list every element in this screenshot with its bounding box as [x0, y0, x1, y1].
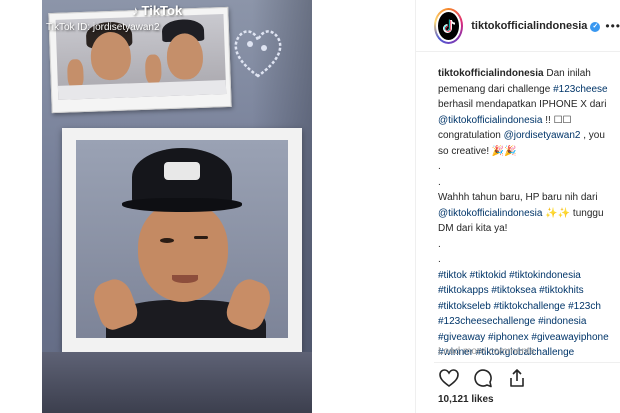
caption-line: berhasil mendapatkan IPHONE X dari	[438, 97, 620, 113]
caption-line: .	[438, 252, 620, 268]
caption-text: Dan inilah	[543, 68, 591, 79]
mouth	[172, 275, 198, 283]
hashtag-link[interactable]: #tiktokapps #tiktoksea #tiktokhits	[438, 285, 584, 296]
caption-line: Wahhh tahun baru, HP baru nih dari	[438, 190, 620, 206]
comment-icon[interactable]	[472, 367, 494, 389]
eye-wink	[194, 236, 208, 239]
eye-open	[160, 238, 174, 243]
caption-text: berhasil mendapatkan IPHONE X dari	[438, 99, 607, 110]
face-left	[90, 31, 132, 81]
cap-badge	[164, 162, 200, 180]
cap-brim	[122, 198, 242, 212]
hashtag-link[interactable]: #giveaway #iphonex #giveawayiphone	[438, 332, 609, 343]
caption-text: pemenang dari challenge	[438, 83, 554, 95]
shirts	[57, 80, 227, 100]
hashtag-link[interactable]: #tiktokseleb #tiktokchallenge #123ch	[438, 301, 601, 312]
post-sidebar: tiktokofficialindonesia ✓ ••• tiktokoffic…	[415, 0, 620, 413]
heart-icon[interactable]	[438, 367, 460, 389]
hashtag-link[interactable]: #tiktok #tiktokid #tiktokindonesia	[438, 270, 581, 281]
post-username[interactable]: tiktokofficialindonesia ✓	[471, 20, 601, 32]
post-header: tiktokofficialindonesia ✓ •••	[416, 0, 620, 52]
watermark-label: TikTok	[141, 3, 183, 18]
avatar[interactable]	[434, 7, 464, 44]
caption-text: .	[438, 238, 441, 250]
action-bar	[434, 362, 620, 392]
caption-line: DM dari kita ya!	[438, 221, 620, 237]
caption-text: congratulation	[438, 130, 504, 141]
caption-line: .	[438, 237, 620, 253]
caption-line: tiktokofficialindonesia Dan inilah	[438, 66, 620, 82]
big-photo	[76, 140, 288, 338]
caption-text: DM dari kita ya!	[438, 223, 508, 234]
caption-line: @tiktokofficialindonesia !! ☐☐	[438, 113, 620, 129]
video-frame[interactable]: ♪ TikTok TikTok ID: jordisetyawan2	[42, 0, 312, 413]
hand-right	[144, 54, 162, 85]
more-options-icon[interactable]: •••	[605, 19, 620, 33]
post-caption: tiktokofficialindonesia Dan inilah pemena…	[438, 66, 620, 361]
verified-badge-icon: ✓	[590, 21, 601, 32]
caption-line: .	[438, 175, 620, 191]
load-more-comments[interactable]: Load more comments	[438, 346, 535, 357]
lower-shadow	[42, 352, 312, 413]
caption-text: ✨✨ tunggu	[542, 207, 604, 219]
caption-line: #giveaway #iphonex #giveawayiphone	[438, 330, 620, 346]
share-icon[interactable]	[506, 367, 528, 389]
caption-line: #tiktok #tiktokid #tiktokindonesia	[438, 268, 620, 284]
caption-username[interactable]: tiktokofficialindonesia	[438, 68, 544, 79]
caption-text: .	[438, 254, 441, 265]
tiktok-note-icon: ♪	[132, 3, 139, 18]
caption-text: !! ☐☐	[542, 114, 572, 126]
likes-count[interactable]: 10,121 likes	[438, 394, 494, 405]
hashtag-link[interactable]: #123cheesechallenge #indonesia	[438, 316, 586, 327]
caption-line: @tiktokofficialindonesia ✨✨ tunggu	[438, 206, 620, 222]
username-text[interactable]: tiktokofficialindonesia	[471, 20, 587, 32]
caption-text: .	[438, 161, 441, 172]
big-polaroid-frame	[62, 128, 302, 352]
caption-text: Wahhh tahun baru, HP baru nih dari	[438, 192, 598, 203]
mention-link[interactable]: @jordisetyawan2	[504, 130, 581, 141]
post-media[interactable]: ♪ TikTok TikTok ID: jordisetyawan2	[0, 0, 415, 413]
watermark-id: TikTok ID: jordisetyawan2	[46, 22, 160, 33]
caption-text: , you	[580, 130, 605, 141]
caption-line: #123cheesechallenge #indonesia	[438, 314, 620, 330]
tiktok-watermark: ♪ TikTok	[132, 3, 182, 18]
caption-line: congratulation @jordisetyawan2 , you	[438, 128, 620, 144]
mention-link[interactable]: @tiktokofficialindonesia	[438, 115, 542, 126]
caption-line: #tiktokapps #tiktoksea #tiktokhits	[438, 283, 620, 299]
mention-link[interactable]: @tiktokofficialindonesia	[438, 208, 542, 219]
caption-line: #tiktokseleb #tiktokchallenge #123ch	[438, 299, 620, 315]
tiktok-logo-icon	[436, 9, 462, 42]
finger-heart-icon	[234, 30, 282, 78]
caption-text: .	[438, 176, 441, 188]
hashtag-link[interactable]: #123cheese	[553, 84, 608, 95]
face	[138, 202, 228, 302]
caption-line: so creative! 🎉🎉	[438, 144, 620, 160]
caption-line: .	[438, 159, 620, 175]
caption-line: pemenang dari challenge #123cheese	[438, 82, 620, 98]
caption-text: so creative! 🎉🎉	[438, 145, 517, 157]
